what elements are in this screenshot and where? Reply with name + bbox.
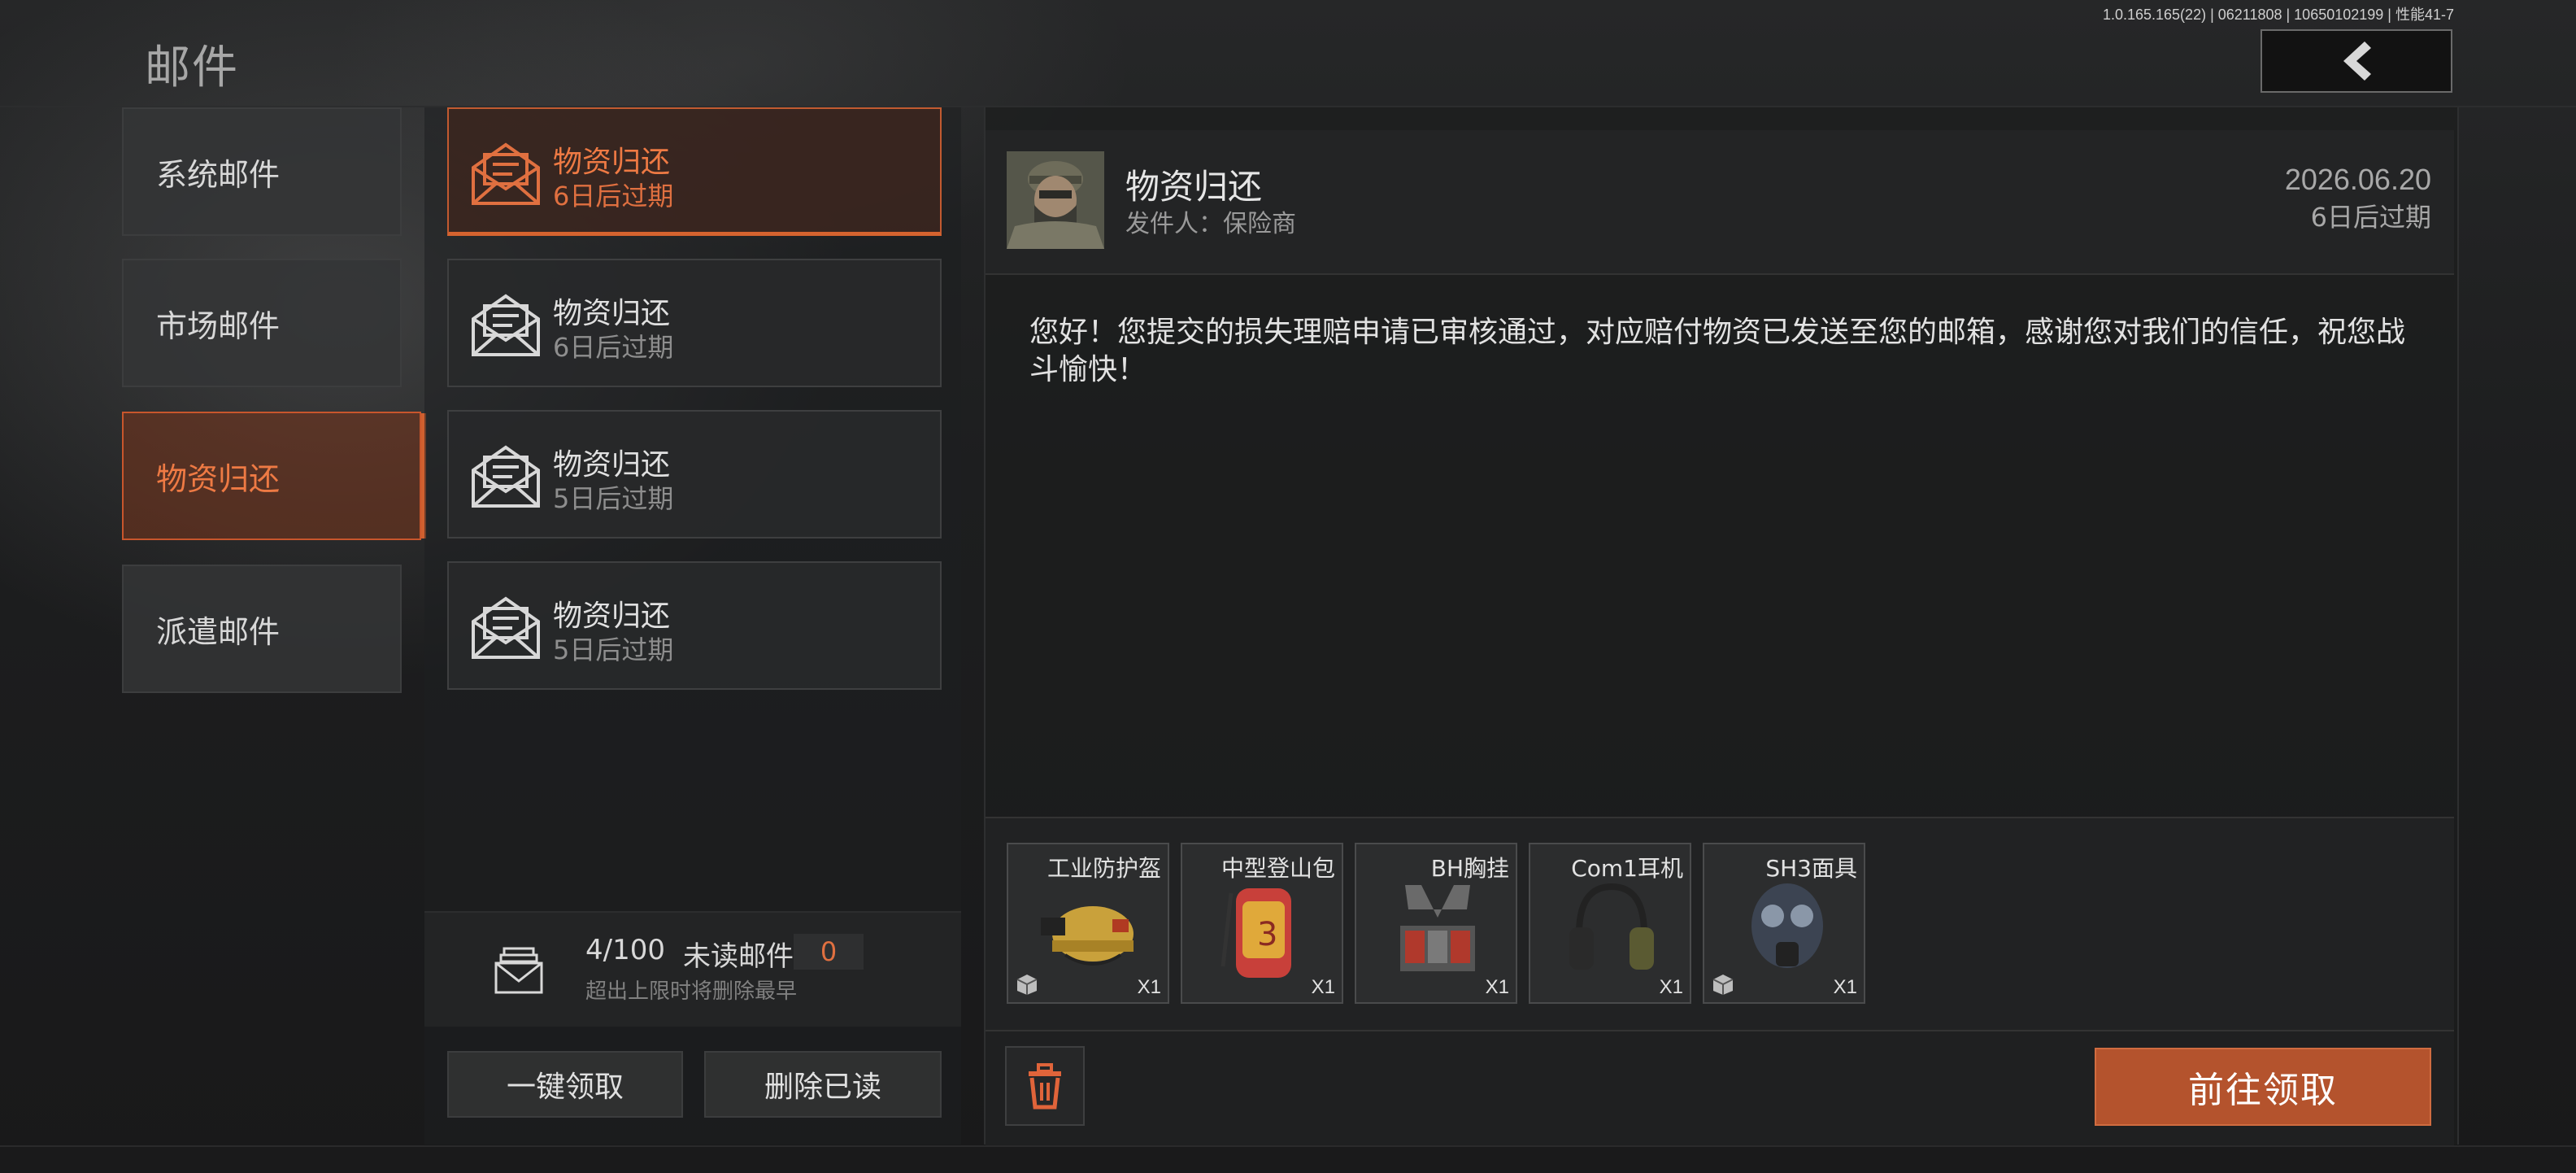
limit-note: 超出上限时将删除最早 — [585, 979, 798, 1004]
attachment-item[interactable]: 3 中型登山包 X1 — [1181, 843, 1343, 1004]
chest-rig-icon — [1400, 885, 1475, 971]
envelope-open-icon — [472, 445, 540, 508]
helmet-icon — [1041, 906, 1134, 966]
mail-title: 物资归还 — [553, 146, 671, 179]
svg-text:3: 3 — [1257, 916, 1277, 953]
back-button[interactable] — [2261, 29, 2452, 93]
mail-list-item[interactable]: 物资归还 6日后过期 — [447, 259, 942, 387]
attachment-qty: X1 — [1485, 976, 1509, 998]
category-market-mail[interactable]: 市场邮件 — [122, 259, 402, 387]
envelope-open-icon — [472, 596, 540, 659]
attachment-qty: X1 — [1137, 976, 1161, 998]
attachment-qty: X1 — [1311, 976, 1335, 998]
mail-list-item[interactable]: 物资归还 6日后过期 — [447, 107, 942, 236]
bottom-strip — [0, 1145, 2576, 1173]
mail-title: 物资归还 — [553, 448, 671, 482]
unread-label: 未读邮件 — [683, 940, 794, 973]
back-chevron-icon — [2343, 41, 2371, 81]
mail-stack-icon — [494, 947, 543, 994]
mail-expiry: 6日后过期 — [553, 332, 674, 363]
mail-expiry: 5日后过期 — [553, 483, 674, 514]
mail-sender: 发件人：保险商 — [1125, 210, 1296, 238]
mail-expiry: 6日后过期 — [553, 181, 674, 211]
delete-mail-button[interactable] — [1005, 1046, 1085, 1126]
backpack-icon: 3 — [1221, 888, 1291, 978]
attachment-item[interactable]: 工业防护盔 X1 — [1007, 843, 1169, 1004]
attachment-item[interactable]: SH3面具 X1 — [1703, 843, 1865, 1004]
category-label: 系统邮件 — [156, 156, 281, 193]
category-dispatch-mail[interactable]: 派遣邮件 — [122, 565, 402, 693]
sender-avatar — [1007, 151, 1104, 249]
box-icon — [1712, 975, 1734, 995]
soldier-portrait-icon — [1007, 151, 1104, 249]
mail-title: 物资归还 — [553, 600, 671, 633]
mail-count: 4/100 — [585, 934, 665, 966]
mail-list-item[interactable]: 物资归还 5日后过期 — [447, 410, 942, 539]
mail-list-item[interactable]: 物资归还 5日后过期 — [447, 561, 942, 690]
category-label: 派遣邮件 — [156, 613, 281, 650]
attachment-item[interactable]: Com1耳机 X1 — [1529, 843, 1691, 1004]
mail-body: 您好！您提交的损失理赔申请已审核通过，对应赔付物资已发送至您的邮箱，感谢您对我们… — [1029, 316, 2406, 386]
attachment-name: BH胸挂 — [1430, 855, 1509, 882]
attachment-qty: X1 — [1659, 976, 1683, 998]
gas-mask-icon — [1751, 883, 1823, 968]
box-icon — [1016, 975, 1038, 995]
page-title: 邮件 — [145, 41, 239, 94]
mail-detail-title: 物资归还 — [1125, 167, 1263, 207]
category-label: 市场邮件 — [156, 307, 281, 344]
attachment-item[interactable]: BH胸挂 X1 — [1355, 843, 1517, 1004]
claim-button[interactable]: 前往领取 — [2095, 1048, 2431, 1126]
category-system-mail[interactable]: 系统邮件 — [122, 107, 402, 236]
attachment-qty: X1 — [1833, 976, 1857, 998]
mail-date: 2026.06.20 — [2284, 163, 2431, 196]
claim-all-button[interactable]: 一键领取 — [447, 1051, 683, 1118]
delete-read-button[interactable]: 删除已读 — [704, 1051, 942, 1118]
category-supply-return[interactable]: 物资归还 — [122, 412, 426, 540]
unread-count-badge: 0 — [794, 934, 864, 970]
mail-expiry: 5日后过期 — [553, 634, 674, 665]
attachment-name: SH3面具 — [1765, 855, 1857, 882]
category-label: 物资归还 — [156, 460, 281, 497]
version-info: 1.0.165.165(22) | 06211808 | 10650102199… — [2102, 7, 2454, 23]
trash-icon — [1029, 1063, 1061, 1110]
attachment-name: 中型登山包 — [1221, 855, 1335, 882]
attachment-name: Com1耳机 — [1571, 855, 1683, 882]
attachment-name: 工业防护盔 — [1046, 855, 1161, 882]
mail-title: 物资归还 — [553, 297, 671, 330]
envelope-open-icon — [472, 142, 540, 205]
envelope-open-icon — [472, 294, 540, 356]
headset-icon — [1569, 883, 1654, 970]
mail-detail-expiry: 6日后过期 — [2310, 202, 2431, 233]
